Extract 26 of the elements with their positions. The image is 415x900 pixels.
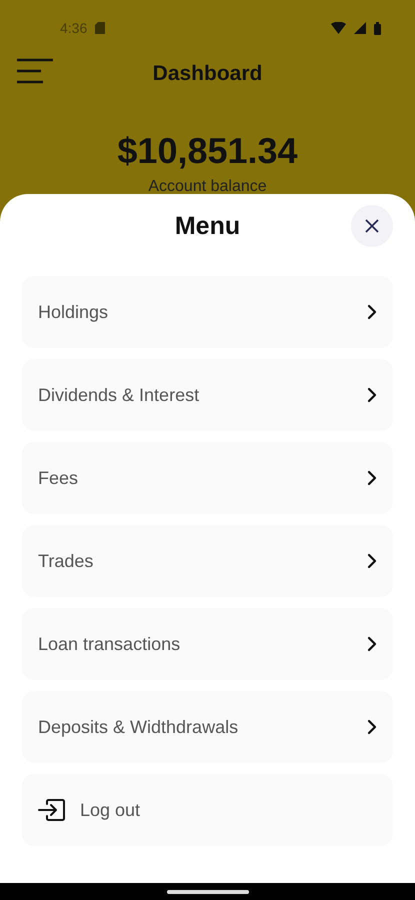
logout-button[interactable]: Log out [22, 774, 393, 846]
home-handle[interactable] [166, 890, 248, 894]
menu-item[interactable]: Dividends & Interest [22, 359, 393, 431]
close-button[interactable] [351, 205, 393, 247]
close-icon [364, 218, 380, 234]
menu-item[interactable]: Loan transactions [22, 608, 393, 680]
menu-item[interactable]: Fees [22, 442, 393, 514]
menu-item[interactable]: Holdings [22, 276, 393, 348]
chevron-icon [367, 470, 377, 486]
chevron-icon [367, 636, 377, 652]
chevron-icon [367, 387, 377, 403]
wifi-icon [331, 22, 346, 34]
menu-item[interactable]: Deposits & Widthdrawals [22, 691, 393, 763]
chevron-icon [367, 719, 377, 735]
sd-card-icon [95, 22, 106, 34]
menu-item[interactable]: Trades [22, 525, 393, 597]
balance-label: Account balance [147, 178, 268, 196]
menu-title: Menu [174, 212, 240, 240]
battery-icon [374, 22, 381, 34]
logout-icon [38, 798, 66, 822]
status-time: 4:36 [60, 20, 88, 36]
page-title: Dashboard [152, 62, 262, 86]
balance-amount: $10,851.34 [116, 130, 299, 172]
chevron-icon [367, 553, 377, 569]
chevron-icon [367, 304, 377, 320]
signal-icon [354, 22, 366, 34]
